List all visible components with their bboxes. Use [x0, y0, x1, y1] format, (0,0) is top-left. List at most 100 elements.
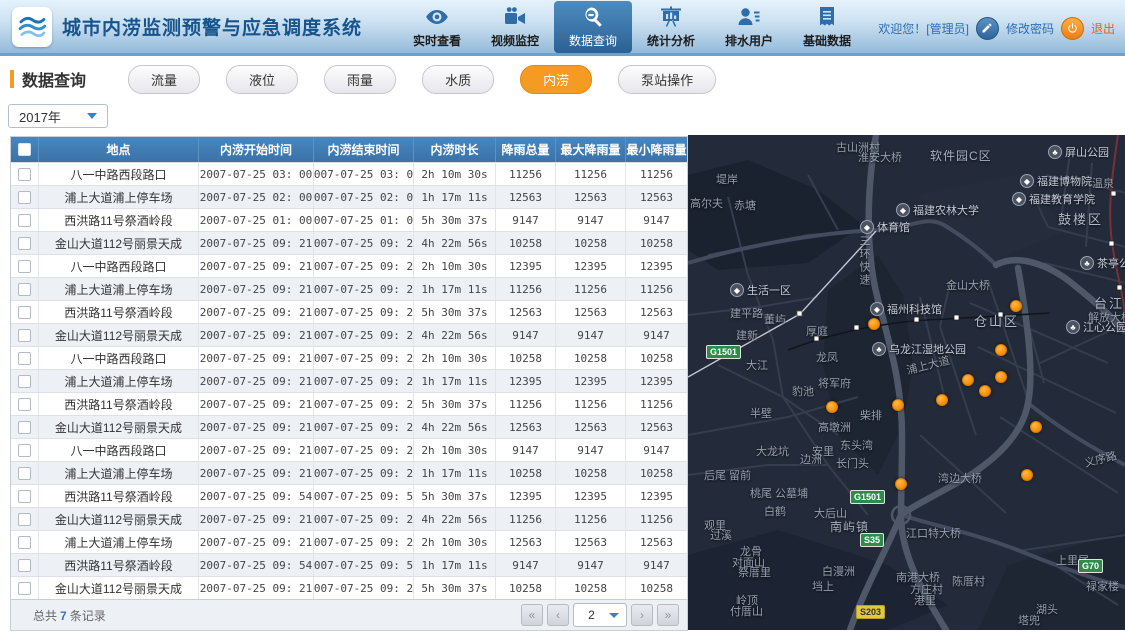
- cell-location: 金山大道112号丽景天成: [39, 577, 199, 599]
- change-password-link[interactable]: 修改密码: [1006, 20, 1054, 37]
- cell-location: 金山大道112号丽景天成: [39, 324, 199, 346]
- table-row: 西洪路11号祭酒岭段2007-07-25 09: 212007-07-25 09…: [11, 300, 687, 323]
- nav-item-realtime-view[interactable]: 实时查看: [398, 0, 476, 55]
- cell-rain-max: 12563: [556, 416, 626, 438]
- poi-label: 乌龙江湿地公园: [889, 344, 966, 356]
- map-label: 付厝山: [730, 606, 763, 618]
- flood-point-marker[interactable]: [995, 371, 1007, 383]
- total-count: 7: [60, 608, 67, 623]
- poi-icon: ◆: [860, 220, 874, 234]
- map-label: 东头湾: [840, 440, 873, 452]
- cell-location: 八一中路西段路口: [39, 255, 199, 277]
- cell-start-time: 2007-07-25 09: 21: [199, 531, 314, 553]
- cell-rain-min: 12395: [639, 374, 674, 388]
- nav-item-data-query[interactable]: 数据查询: [554, 0, 633, 53]
- row-checkbox[interactable]: [18, 558, 31, 572]
- map-label: 禄家楼: [1086, 581, 1119, 593]
- flood-point-marker[interactable]: [826, 401, 838, 413]
- cell-rain-total: 12563: [496, 186, 556, 208]
- row-checkbox-cell: [11, 577, 39, 599]
- row-checkbox[interactable]: [18, 305, 31, 319]
- poi-label: 福建教育学院: [1029, 194, 1095, 206]
- cell-rain-total: 12563: [496, 301, 556, 323]
- flood-data-table: 地点 内涝开始时间 内涝结束时间 内涝时长 降雨总量 最大降雨量 最小降雨量 八一中路西段路…: [10, 136, 688, 631]
- flood-point-marker[interactable]: [868, 318, 880, 330]
- power-icon[interactable]: [1060, 16, 1084, 40]
- cell-end-time: 2007-07-25 09: 21: [314, 393, 414, 415]
- map-label: 仓山区: [974, 314, 1020, 329]
- flood-point-marker[interactable]: [1010, 300, 1022, 312]
- welcome-text: 欢迎您！[管理员]: [878, 21, 969, 36]
- nav-item-drain-users[interactable]: 排水用户: [710, 0, 788, 55]
- row-checkbox[interactable]: [18, 397, 31, 411]
- row-checkbox[interactable]: [18, 167, 31, 181]
- row-checkbox-cell: [11, 462, 39, 484]
- nav-item-label: 基础数据: [803, 33, 852, 48]
- app-logo: [12, 6, 52, 47]
- map-label: 建新: [736, 330, 758, 342]
- nav-item-video-monitor[interactable]: 视频监控: [476, 0, 554, 55]
- map-label: 软件园C区: [930, 149, 992, 163]
- nav-item-base-data[interactable]: 基础数据: [788, 0, 866, 55]
- cell-start-time: 2007-07-25 09: 21: [199, 324, 314, 346]
- row-checkbox[interactable]: [18, 420, 31, 434]
- row-checkbox[interactable]: [18, 443, 31, 457]
- cell-rain-total: 9147: [496, 209, 556, 231]
- cell-rain-max: 9147: [556, 439, 626, 461]
- flood-point-marker[interactable]: [1030, 421, 1042, 433]
- table-row: 八一中路西段路口2007-07-25 09: 212007-07-25 09: …: [11, 346, 687, 369]
- row-checkbox[interactable]: [18, 466, 31, 480]
- tab-flow[interactable]: 流量: [128, 64, 201, 94]
- flood-point-marker[interactable]: [892, 399, 904, 411]
- row-checkbox[interactable]: [18, 213, 31, 227]
- page-select[interactable]: 2: [573, 603, 627, 627]
- page-select-value: 2: [588, 608, 595, 622]
- cell-duration: 5h 30m 37s: [414, 577, 496, 599]
- row-checkbox[interactable]: [18, 512, 31, 526]
- flood-point-marker[interactable]: [936, 394, 948, 406]
- chevron-down-icon: [609, 612, 619, 618]
- year-select-value: 2017年: [19, 109, 61, 125]
- tab-rainfall[interactable]: 雨量: [324, 64, 397, 94]
- map-panel[interactable]: 古山洲村淮安大桥软件园C区温泉堤岸高尔夫赤塘鼓楼区金山大桥台江解放大桥建平路董屿…: [688, 135, 1125, 630]
- row-checkbox[interactable]: [18, 535, 31, 549]
- tab-pump-station[interactable]: 泵站操作: [618, 64, 717, 94]
- logout-link[interactable]: 退出: [1091, 20, 1115, 37]
- tab-water-quality[interactable]: 水质: [422, 64, 495, 94]
- cell-location: 浦上大道浦上停车场: [39, 186, 199, 208]
- row-checkbox[interactable]: [18, 282, 31, 296]
- table-row: 金山大道112号丽景天成2007-07-25 09: 212007-07-25 …: [11, 507, 687, 530]
- map-label: 董屿: [764, 314, 786, 326]
- cell-rain-total: 11256: [496, 278, 556, 300]
- cell-rain-min: 12395: [639, 489, 674, 503]
- row-checkbox[interactable]: [18, 190, 31, 204]
- toolbar: 数据查询 流量 液位 雨量 水质 内涝 泵站操作: [0, 62, 1125, 96]
- flood-point-marker[interactable]: [1021, 469, 1033, 481]
- nav-item-statistics[interactable]: 统计分析: [632, 0, 710, 55]
- year-select[interactable]: 2017年: [8, 104, 108, 128]
- select-all-checkbox[interactable]: [18, 143, 31, 156]
- tab-level[interactable]: 液位: [226, 64, 299, 94]
- next-page-button[interactable]: ›: [631, 604, 653, 626]
- cell-rain-max: 12563: [556, 531, 626, 553]
- row-checkbox[interactable]: [18, 351, 31, 365]
- cell-duration: 2h 10m 30s: [414, 347, 496, 369]
- tab-waterlogging[interactable]: 内涝: [520, 64, 593, 94]
- flood-point-marker[interactable]: [979, 385, 991, 397]
- nav-item-label: 统计分析: [647, 33, 696, 48]
- row-checkbox[interactable]: [18, 581, 31, 595]
- row-checkbox[interactable]: [18, 374, 31, 388]
- last-page-button[interactable]: »: [657, 604, 679, 626]
- row-checkbox[interactable]: [18, 489, 31, 503]
- flood-point-marker[interactable]: [995, 344, 1007, 356]
- flood-point-marker[interactable]: [895, 478, 907, 490]
- row-checkbox[interactable]: [18, 328, 31, 342]
- row-checkbox[interactable]: [18, 259, 31, 273]
- first-page-button[interactable]: «: [521, 604, 543, 626]
- edit-password-icon[interactable]: [975, 16, 999, 40]
- poi-icon: ◆: [896, 203, 910, 217]
- prev-page-button[interactable]: ‹: [547, 604, 569, 626]
- cell-start-time: 2007-07-25 09: 21: [199, 439, 314, 461]
- flood-point-marker[interactable]: [962, 374, 974, 386]
- row-checkbox[interactable]: [18, 236, 31, 250]
